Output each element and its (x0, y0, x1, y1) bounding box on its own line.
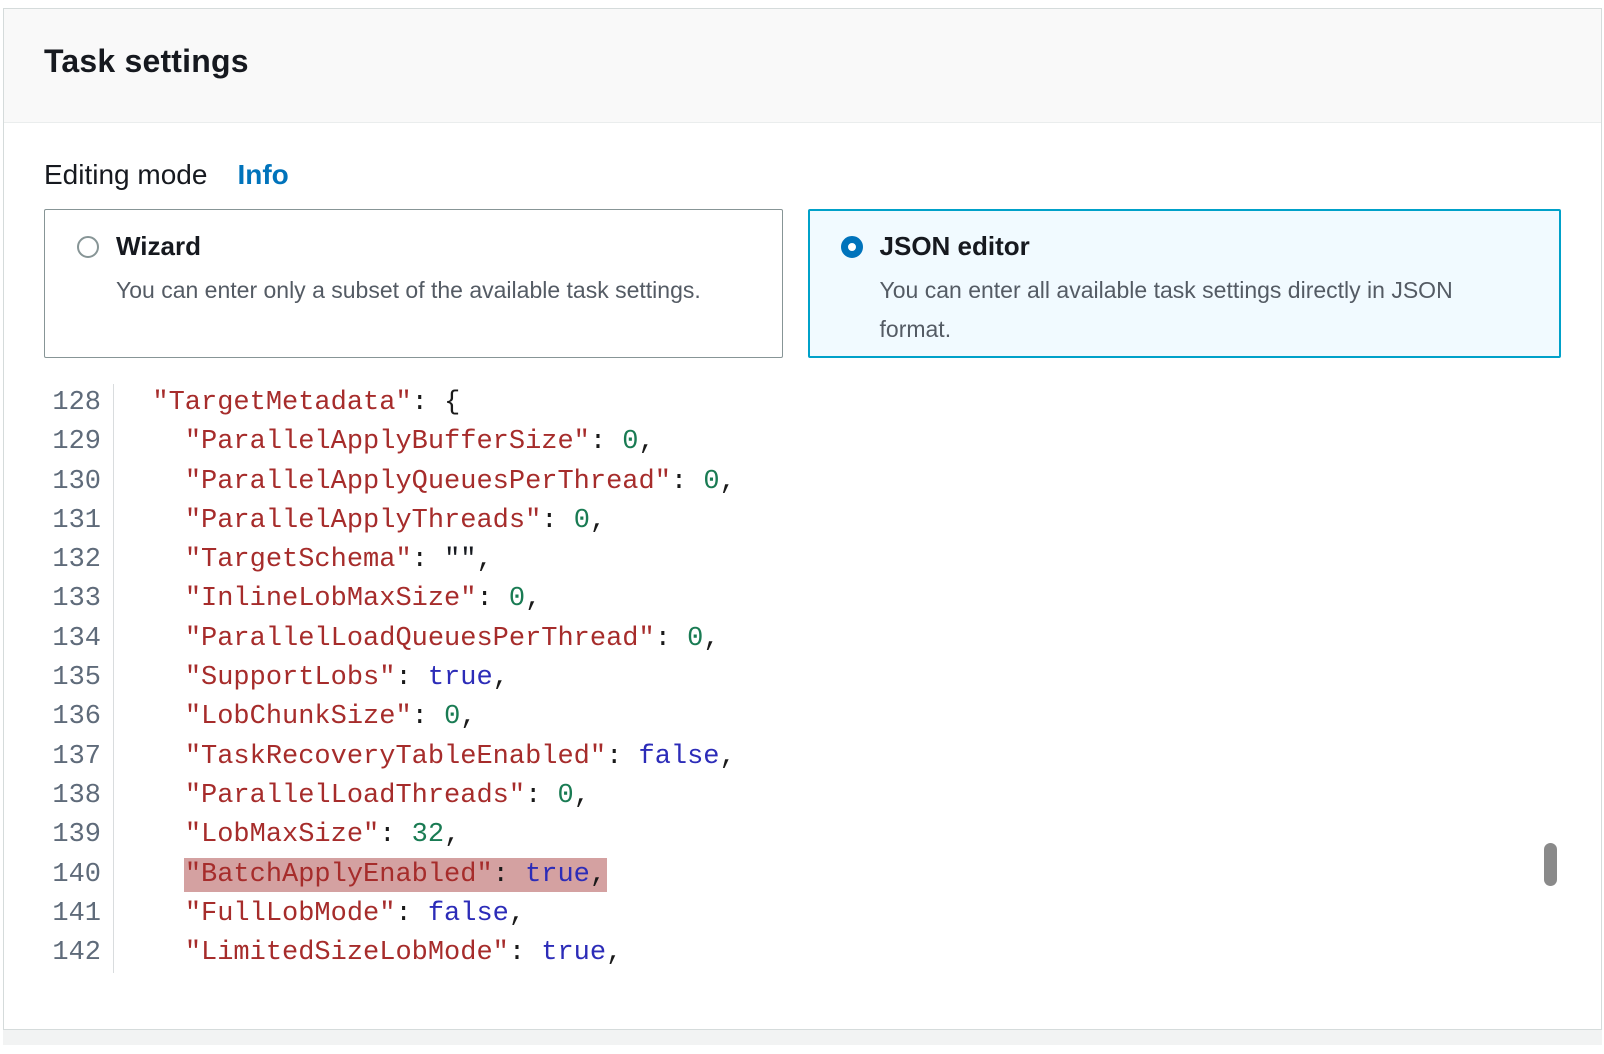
json-editor-option-label: JSON editor (880, 231, 1030, 262)
code-line: 140 "BatchApplyEnabled": true, (44, 856, 1561, 895)
line-number: 140 (44, 856, 114, 895)
page-title: Task settings (44, 43, 1601, 80)
json-editor-option-description: You can enter all available task setting… (880, 271, 1500, 349)
code-line: 139 "LobMaxSize": 32, (44, 816, 1561, 855)
code-line: 131 "ParallelApplyThreads": 0, (44, 502, 1561, 541)
wizard-option-row: Wizard (77, 231, 752, 262)
json-code-editor[interactable]: 128 "TargetMetadata": {129 "ParallelAppl… (44, 384, 1561, 973)
panel-header: Task settings (4, 9, 1601, 123)
radio-checked-icon[interactable] (841, 236, 863, 258)
line-number: 137 (44, 738, 114, 777)
code-line: 141 "FullLobMode": false, (44, 895, 1561, 934)
option-card-json-editor[interactable]: JSON editor You can enter all available … (808, 209, 1561, 358)
code-line: 128 "TargetMetadata": { (44, 384, 1561, 423)
code-line: 137 "TaskRecoveryTableEnabled": false, (44, 738, 1561, 777)
wizard-option-label: Wizard (116, 231, 201, 262)
task-settings-panel: Task settings Editing mode Info Wizard Yo… (3, 8, 1602, 1030)
json-editor-option-row: JSON editor (841, 231, 1530, 262)
editing-mode-row: Editing mode Info (44, 159, 1561, 191)
search-match-highlight: "BatchApplyEnabled": true, (184, 858, 607, 892)
editing-mode-options: Wizard You can enter only a subset of th… (44, 209, 1561, 358)
line-number: 134 (44, 620, 114, 659)
page-background-strip (3, 1030, 1602, 1045)
line-number: 133 (44, 580, 114, 619)
code-lines: 128 "TargetMetadata": {129 "ParallelAppl… (44, 384, 1561, 973)
code-line: 133 "InlineLobMaxSize": 0, (44, 580, 1561, 619)
code-line: 135 "SupportLobs": true, (44, 659, 1561, 698)
line-number: 141 (44, 895, 114, 934)
line-number: 138 (44, 777, 114, 816)
code-line: 138 "ParallelLoadThreads": 0, (44, 777, 1561, 816)
editing-mode-label: Editing mode (44, 159, 207, 190)
code-line: 130 "ParallelApplyQueuesPerThread": 0, (44, 463, 1561, 502)
line-number: 128 (44, 384, 114, 423)
line-number: 129 (44, 423, 114, 462)
line-number: 132 (44, 541, 114, 580)
radio-unchecked-icon[interactable] (77, 236, 99, 258)
line-number: 139 (44, 816, 114, 855)
line-number: 136 (44, 698, 114, 737)
wizard-option-description: You can enter only a subset of the avail… (116, 271, 736, 310)
code-line: 142 "LimitedSizeLobMode": true, (44, 934, 1561, 973)
code-line: 132 "TargetSchema": "", (44, 541, 1561, 580)
code-line: 129 "ParallelApplyBufferSize": 0, (44, 423, 1561, 462)
line-number: 142 (44, 934, 114, 973)
info-link[interactable]: Info (237, 159, 288, 190)
vertical-scrollbar-thumb[interactable] (1544, 843, 1557, 886)
panel-content: Editing mode Info Wizard You can enter on… (4, 159, 1601, 973)
option-card-wizard[interactable]: Wizard You can enter only a subset of th… (44, 209, 783, 358)
code-line: 134 "ParallelLoadQueuesPerThread": 0, (44, 620, 1561, 659)
line-number: 131 (44, 502, 114, 541)
line-number: 130 (44, 463, 114, 502)
line-number: 135 (44, 659, 114, 698)
code-line: 136 "LobChunkSize": 0, (44, 698, 1561, 737)
